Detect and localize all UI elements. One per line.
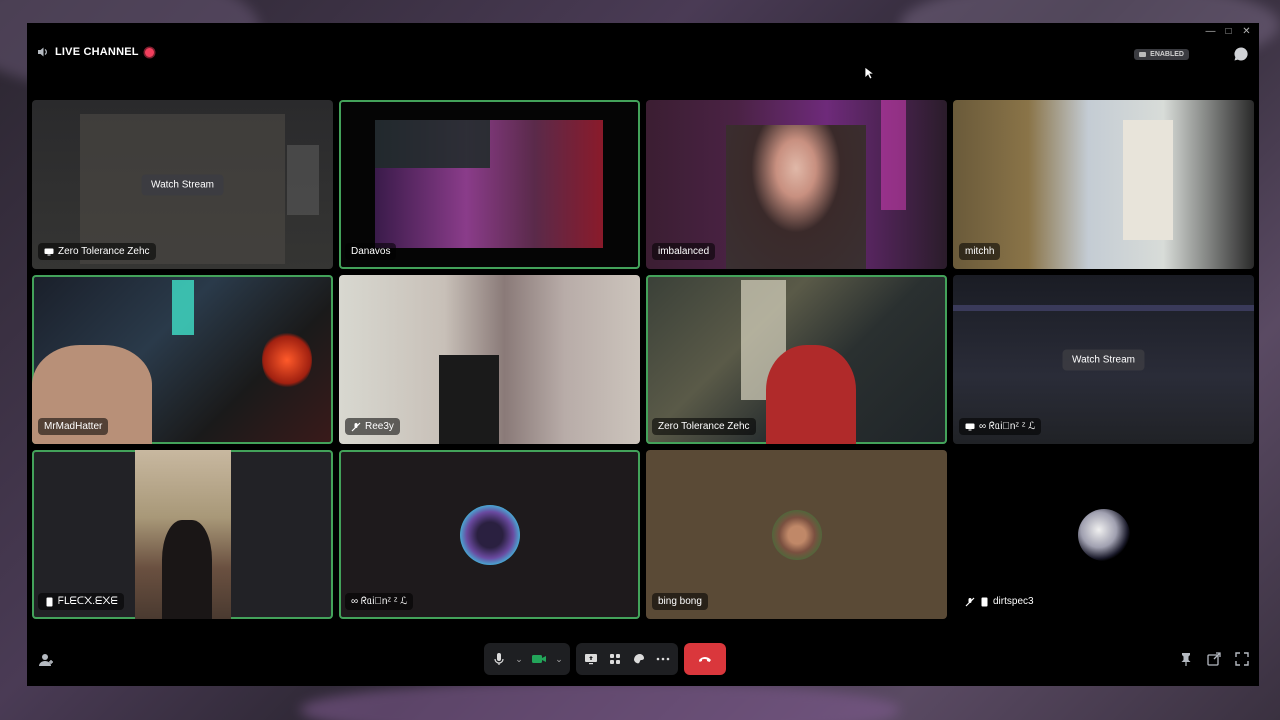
video-tile[interactable]: Zero Tolerance Zehc xyxy=(646,275,947,444)
participant-name: mitchh xyxy=(965,246,995,257)
phone-icon xyxy=(44,597,54,606)
actions-control-group xyxy=(576,643,678,675)
enabled-label: ENABLED xyxy=(1150,51,1184,58)
fullscreen-icon[interactable] xyxy=(1235,652,1249,666)
participant-name-chip: Zero Tolerance Zehc xyxy=(652,418,756,435)
video-feed xyxy=(162,520,212,619)
wallpaper-shape xyxy=(300,680,900,720)
participant-name: Danavos xyxy=(351,246,391,257)
participant-name-chip: bing bong xyxy=(652,593,708,610)
participant-name-chip: mitchh xyxy=(959,243,1001,260)
participant-name-chip: ∞ ᖇᥲi⃝nᶻ ᶻ ℒ xyxy=(959,418,1042,435)
mic-control-group: ⌄ ⌄ xyxy=(484,643,570,675)
avatar xyxy=(459,504,520,565)
video-feed xyxy=(766,345,856,444)
video-tile[interactable]: ᖴᒪᗴᑕ᙭.ᗴ᙭ᗴ xyxy=(32,450,333,619)
more-icon[interactable] xyxy=(654,650,672,668)
video-feed xyxy=(439,355,499,444)
channel-header: LIVE CHANNEL xyxy=(37,46,154,58)
chevron-down-icon[interactable]: ⌄ xyxy=(554,654,564,665)
participant-grid: Watch Stream Zero Tolerance Zehc Danavos… xyxy=(32,100,1254,619)
disconnect-button[interactable] xyxy=(684,643,726,675)
video-light xyxy=(262,330,312,390)
participant-name-chip: ᖴᒪᗴᑕ᙭.ᗴ᙭ᗴ xyxy=(38,593,124,610)
camera-small-icon xyxy=(1139,52,1147,57)
muted-mic-icon xyxy=(351,422,361,431)
add-person-icon[interactable] xyxy=(38,652,54,668)
participant-name: imbalanced xyxy=(658,246,710,257)
participant-name: MrMadHatter xyxy=(44,421,103,432)
screen-icon xyxy=(965,423,975,431)
call-controls: ⌄ ⌄ xyxy=(484,643,726,675)
muted-mic-icon xyxy=(965,597,975,606)
participant-name: Zero Tolerance Zehc xyxy=(658,421,750,432)
close-icon[interactable]: ✕ xyxy=(1242,26,1251,36)
chevron-down-icon[interactable]: ⌄ xyxy=(514,654,524,665)
participant-name-chip: Ree3y xyxy=(345,418,400,435)
participant-name-chip: ∞ ᖇᥲi⃝nᶻ ᶻ ℒ xyxy=(345,593,414,610)
participant-name: dirtspec3 xyxy=(993,596,1034,607)
participant-name-chip: imbalanced xyxy=(652,243,716,260)
watch-stream-button[interactable]: Watch Stream xyxy=(1062,349,1145,370)
speaker-icon xyxy=(38,47,47,57)
chat-icon[interactable] xyxy=(1233,46,1249,62)
pin-icon[interactable] xyxy=(1179,652,1193,666)
participant-name: ᖴᒪᗴᑕ᙭.ᗴ᙭ᗴ xyxy=(58,596,118,607)
participant-name-chip: MrMadHatter xyxy=(38,418,109,435)
participant-name-chip: Zero Tolerance Zehc xyxy=(38,243,156,260)
popout-icon[interactable] xyxy=(1207,652,1221,666)
maximize-icon[interactable]: □ xyxy=(1224,26,1233,36)
participant-name: bing bong xyxy=(658,596,702,607)
stream-preview-panel xyxy=(287,145,319,215)
camera-icon[interactable] xyxy=(530,650,548,668)
microphone-icon[interactable] xyxy=(490,650,508,668)
avatar xyxy=(1077,508,1130,561)
participant-name-chip: dirtspec3 xyxy=(959,593,1040,610)
avatar xyxy=(771,509,822,560)
participant-name: Ree3y xyxy=(365,421,394,432)
avatar-tile[interactable]: ∞ ᖇᥲi⃝nᶻ ᶻ ℒ xyxy=(339,450,640,619)
camera-enabled-badge[interactable]: ENABLED xyxy=(1134,49,1189,60)
video-tile[interactable]: MrMadHatter xyxy=(32,275,333,444)
phone-icon xyxy=(979,597,989,606)
video-light xyxy=(172,280,194,335)
screen-share-icon[interactable] xyxy=(582,650,600,668)
video-overlay xyxy=(375,120,490,168)
video-tile[interactable]: mitchh xyxy=(953,100,1254,269)
view-controls xyxy=(1179,652,1249,666)
avatar-tile[interactable]: dirtspec3 xyxy=(953,450,1254,619)
video-feed xyxy=(1123,120,1173,240)
watch-stream-button[interactable]: Watch Stream xyxy=(141,174,224,195)
window-controls: — □ ✕ xyxy=(1206,26,1251,36)
stream-tile[interactable]: Watch Stream Zero Tolerance Zehc xyxy=(32,100,333,269)
participant-name: ∞ ᖇᥲi⃝nᶻ ᶻ ℒ xyxy=(351,596,408,607)
screen-icon xyxy=(44,248,54,256)
disconnect-icon xyxy=(699,657,711,662)
activities-icon[interactable] xyxy=(606,650,624,668)
soundboard-icon[interactable] xyxy=(630,650,648,668)
stream-tile[interactable]: Watch Stream ∞ ᖇᥲi⃝nᶻ ᶻ ℒ xyxy=(953,275,1254,444)
video-tile[interactable]: Danavos xyxy=(339,100,640,269)
participant-name-chip: Danavos xyxy=(345,243,397,260)
video-light xyxy=(881,100,906,210)
mouse-cursor xyxy=(864,66,876,85)
video-tile[interactable]: imbalanced xyxy=(646,100,947,269)
video-feed xyxy=(726,125,866,269)
participant-name: Zero Tolerance Zehc xyxy=(58,246,150,257)
video-tile[interactable]: Ree3y xyxy=(339,275,640,444)
participant-name: ∞ ᖇᥲi⃝nᶻ ᶻ ℒ xyxy=(979,421,1036,432)
voice-call-window: — □ ✕ LIVE CHANNEL ENABLED Watch Stream xyxy=(27,23,1259,686)
stream-preview xyxy=(953,305,1254,311)
channel-title: LIVE CHANNEL xyxy=(55,46,139,58)
minimize-icon[interactable]: — xyxy=(1206,26,1216,36)
live-indicator xyxy=(144,47,154,57)
avatar-tile[interactable]: bing bong xyxy=(646,450,947,619)
